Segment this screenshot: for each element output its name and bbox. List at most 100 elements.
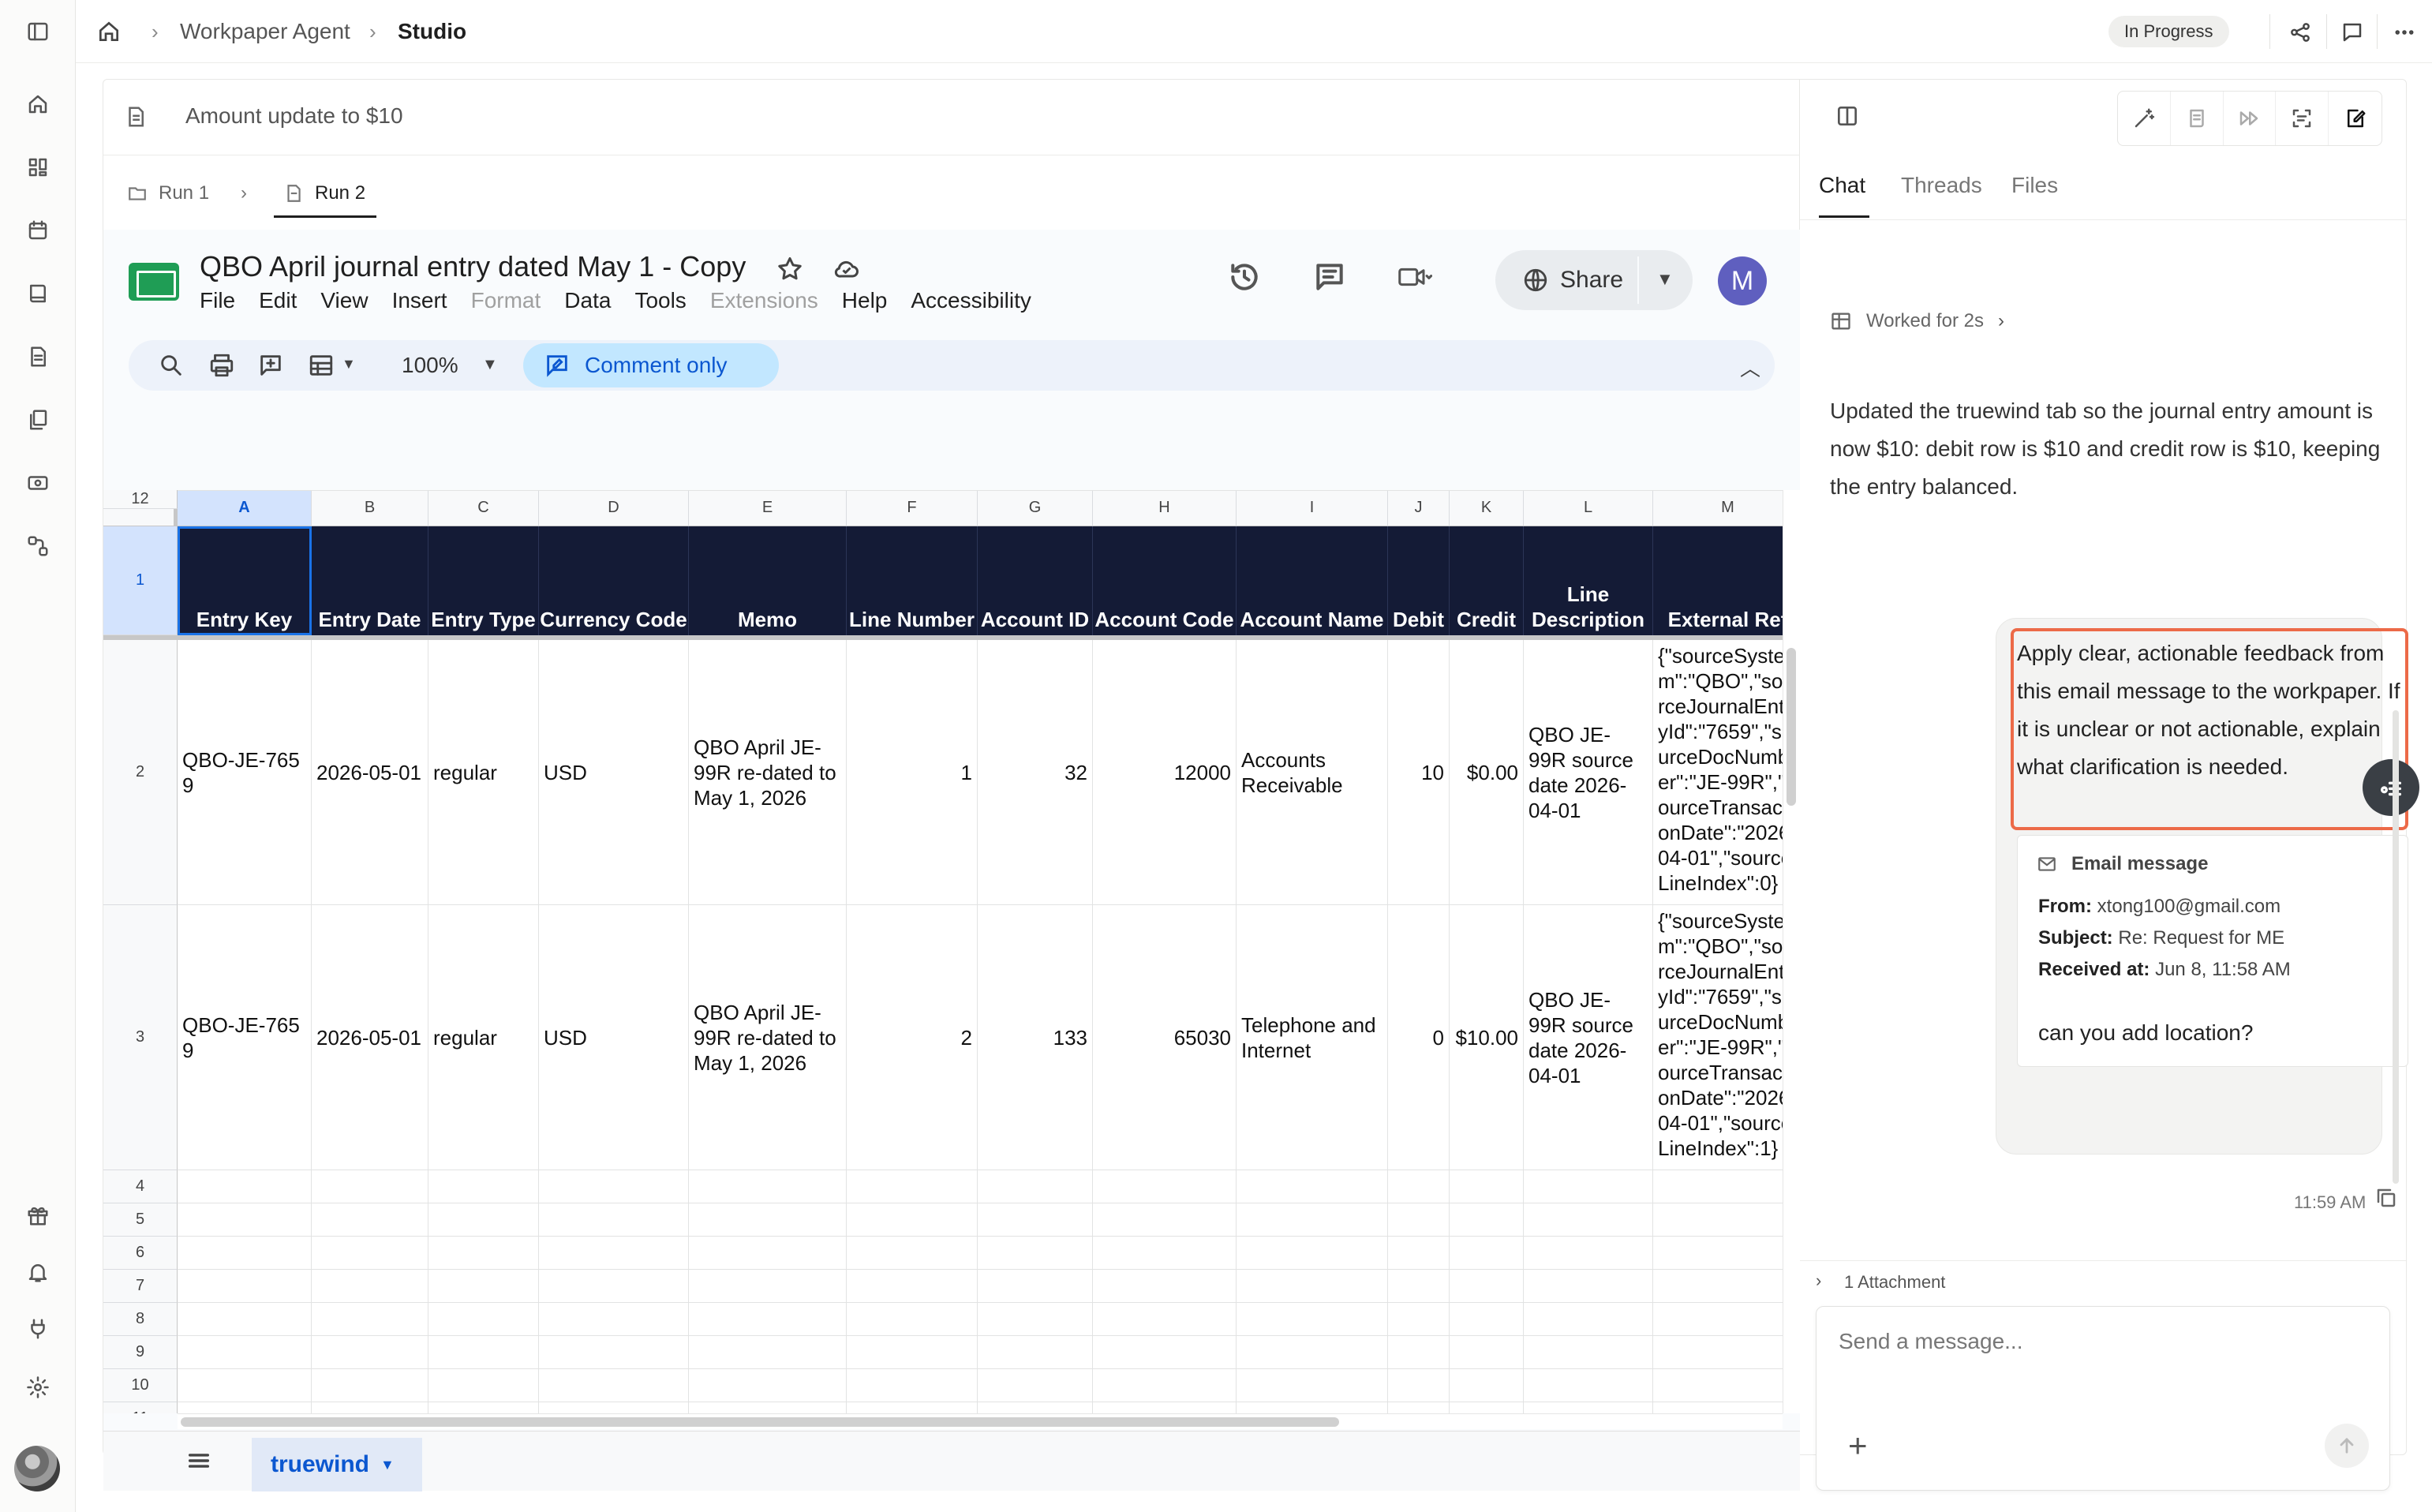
empty-cell[interactable] bbox=[1653, 1270, 1783, 1303]
menu-accessibility[interactable]: Accessibility bbox=[911, 288, 1031, 313]
empty-cell[interactable] bbox=[1237, 490, 1388, 491]
empty-cell[interactable] bbox=[1093, 1402, 1237, 1413]
column-header-k[interactable]: K bbox=[1450, 490, 1524, 526]
empty-cell[interactable] bbox=[428, 1303, 539, 1336]
empty-cell[interactable] bbox=[1388, 1203, 1450, 1237]
row-header[interactable]: 11 bbox=[103, 1402, 178, 1413]
empty-cell[interactable] bbox=[428, 1203, 539, 1237]
empty-cell[interactable] bbox=[1388, 1369, 1450, 1402]
empty-cell[interactable] bbox=[689, 1270, 847, 1303]
empty-cell[interactable] bbox=[1388, 490, 1450, 491]
column-title-cell[interactable]: Account ID bbox=[978, 526, 1093, 635]
empty-cell[interactable] bbox=[1653, 1369, 1783, 1402]
bell-icon[interactable] bbox=[22, 1256, 54, 1288]
video-call-icon[interactable] bbox=[1397, 260, 1433, 298]
empty-cell[interactable] bbox=[1653, 1303, 1783, 1336]
table-cell[interactable]: QBO April JE-99R re-dated to May 1, 2026 bbox=[689, 905, 847, 1170]
row-header[interactable]: 10 bbox=[103, 1369, 178, 1402]
empty-cell[interactable] bbox=[1237, 1369, 1388, 1402]
vertical-scrollbar[interactable] bbox=[1783, 490, 1800, 1413]
cloud-saved-icon[interactable] bbox=[832, 255, 861, 287]
empty-cell[interactable] bbox=[1388, 1237, 1450, 1270]
column-header-f[interactable]: F bbox=[847, 490, 978, 526]
star-icon[interactable] bbox=[776, 255, 804, 287]
table-cell[interactable]: {"sourceSystem":"QBO","sourceJournalEntr… bbox=[1653, 640, 1783, 905]
empty-cell[interactable] bbox=[178, 1203, 312, 1237]
column-header-m[interactable]: M bbox=[1653, 490, 1783, 526]
column-header-a[interactable]: A bbox=[178, 490, 312, 526]
empty-cell[interactable] bbox=[689, 1170, 847, 1203]
breadcrumb-studio[interactable]: Studio bbox=[398, 0, 466, 63]
empty-cell[interactable] bbox=[1653, 1402, 1783, 1413]
table-cell[interactable]: 0 bbox=[1388, 905, 1450, 1170]
empty-cell[interactable] bbox=[428, 1336, 539, 1369]
menu-tools[interactable]: Tools bbox=[634, 288, 686, 313]
comment-only-mode-button[interactable]: Comment only bbox=[523, 343, 779, 387]
empty-cell[interactable] bbox=[312, 490, 428, 491]
empty-cell[interactable] bbox=[689, 1336, 847, 1369]
table-cell[interactable]: Telephone and Internet bbox=[1237, 905, 1388, 1170]
table-view-icon[interactable] bbox=[307, 351, 335, 380]
empty-cell[interactable] bbox=[539, 1170, 689, 1203]
book-icon[interactable] bbox=[22, 278, 54, 309]
table-cell[interactable]: regular bbox=[428, 640, 539, 905]
column-title-cell[interactable]: External Ref bbox=[1653, 526, 1783, 635]
empty-cell[interactable] bbox=[428, 1237, 539, 1270]
column-title-cell[interactable]: Account Code bbox=[1093, 526, 1237, 635]
sidebar-toggle-icon[interactable] bbox=[22, 16, 54, 47]
table-cell[interactable]: USD bbox=[539, 640, 689, 905]
table-cell[interactable]: Accounts Receivable bbox=[1237, 640, 1388, 905]
attachment-toggle[interactable]: › 1 Attachment bbox=[1800, 1260, 2406, 1293]
empty-cell[interactable] bbox=[312, 1336, 428, 1369]
empty-cell[interactable] bbox=[847, 1336, 978, 1369]
print-icon[interactable] bbox=[208, 351, 236, 380]
empty-cell[interactable] bbox=[1524, 490, 1653, 491]
empty-cell[interactable] bbox=[539, 1203, 689, 1237]
empty-cell[interactable] bbox=[539, 490, 689, 491]
empty-cell[interactable] bbox=[1450, 1303, 1524, 1336]
menu-view[interactable]: View bbox=[320, 288, 368, 313]
workflow-icon[interactable] bbox=[22, 530, 54, 562]
empty-cell[interactable] bbox=[428, 1270, 539, 1303]
empty-cell[interactable] bbox=[1524, 1402, 1653, 1413]
empty-cell[interactable] bbox=[178, 1237, 312, 1270]
version-history-icon[interactable] bbox=[1227, 260, 1262, 298]
empty-cell[interactable] bbox=[1524, 1303, 1653, 1336]
column-header-d[interactable]: D bbox=[539, 490, 689, 526]
menu-file[interactable]: File bbox=[200, 288, 235, 313]
apps-icon[interactable] bbox=[22, 152, 54, 183]
empty-cell[interactable] bbox=[428, 1369, 539, 1402]
table-cell[interactable]: QBO-JE-7659 bbox=[178, 905, 312, 1170]
empty-cell[interactable] bbox=[847, 490, 978, 491]
empty-cell[interactable] bbox=[978, 1203, 1093, 1237]
empty-cell[interactable] bbox=[978, 1369, 1093, 1402]
home-icon[interactable] bbox=[22, 88, 54, 120]
message-input[interactable] bbox=[1839, 1329, 2359, 1354]
copy-icon[interactable] bbox=[2374, 1186, 2398, 1214]
empty-cell[interactable] bbox=[1653, 1237, 1783, 1270]
account-avatar[interactable]: M bbox=[1718, 256, 1767, 305]
empty-cell[interactable] bbox=[1524, 1170, 1653, 1203]
fast-forward-icon[interactable] bbox=[2224, 92, 2277, 145]
empty-cell[interactable] bbox=[847, 1303, 978, 1336]
breadcrumb-workpaper-agent[interactable]: Workpaper Agent bbox=[180, 0, 350, 63]
chat-scrollbar[interactable] bbox=[2393, 710, 2399, 1184]
menu-edit[interactable]: Edit bbox=[259, 288, 297, 313]
scan-text-icon[interactable] bbox=[2276, 92, 2329, 145]
empty-cell[interactable] bbox=[1653, 1170, 1783, 1203]
column-title-cell[interactable]: Line Number bbox=[847, 526, 978, 635]
scrollbar-thumb[interactable] bbox=[1787, 648, 1796, 806]
column-header-h[interactable]: H bbox=[1093, 490, 1237, 526]
empty-cell[interactable] bbox=[1237, 1203, 1388, 1237]
empty-cell[interactable] bbox=[1237, 1270, 1388, 1303]
panel-toggle-icon[interactable] bbox=[1835, 103, 1860, 133]
empty-cell[interactable] bbox=[978, 1402, 1093, 1413]
row-header[interactable]: 4 bbox=[103, 1170, 178, 1203]
document-icon[interactable] bbox=[22, 341, 54, 372]
empty-cell[interactable] bbox=[1237, 1303, 1388, 1336]
empty-cell[interactable] bbox=[1237, 1336, 1388, 1369]
empty-cell[interactable] bbox=[312, 1402, 428, 1413]
menu-extensions[interactable]: Extensions bbox=[710, 288, 818, 313]
outline-toggle-icon[interactable] bbox=[2363, 759, 2419, 816]
empty-cell[interactable] bbox=[689, 1303, 847, 1336]
